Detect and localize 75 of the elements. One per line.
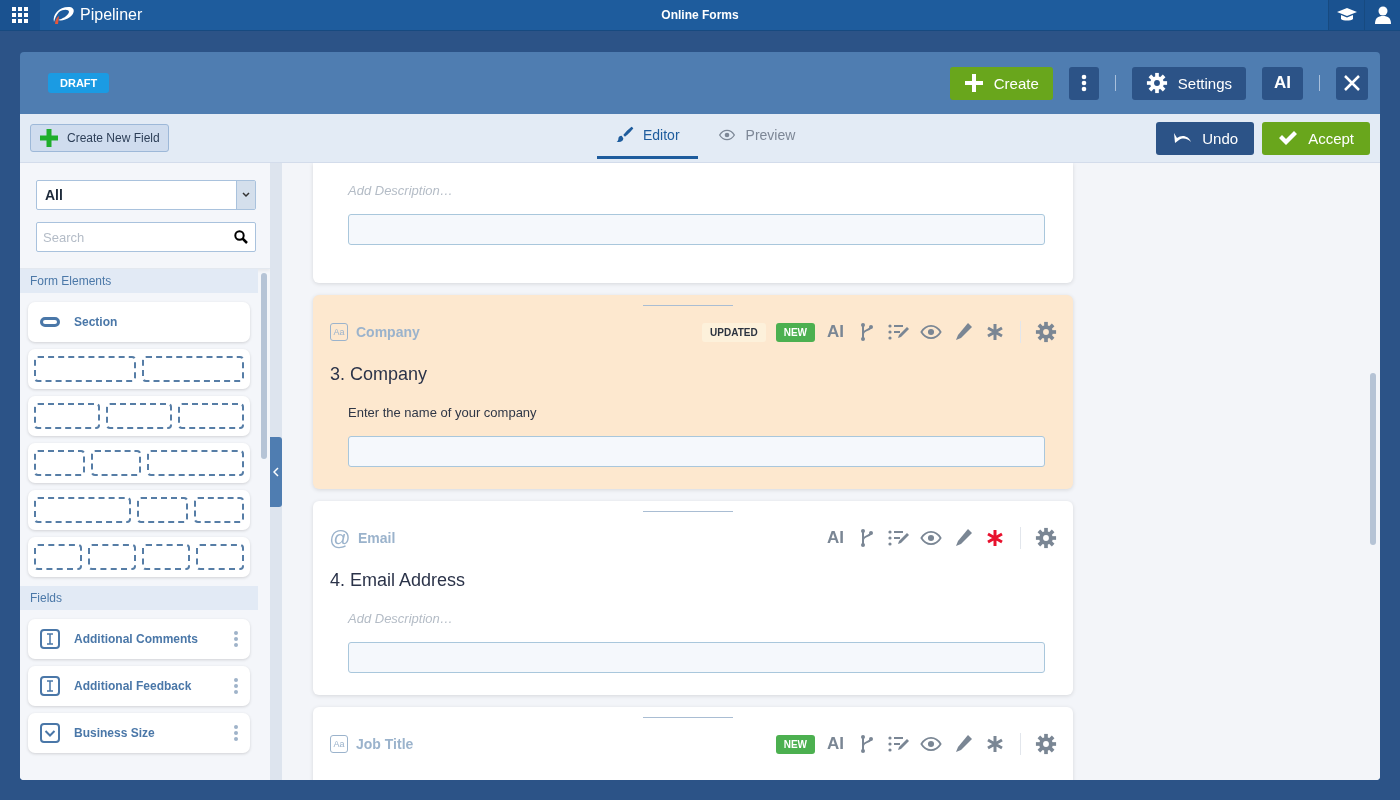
answer-field[interactable] (348, 436, 1045, 467)
settings-icon[interactable] (1035, 527, 1057, 549)
tab[interactable]: Editor (597, 114, 698, 159)
column-layout-item[interactable] (28, 490, 250, 530)
ai-button[interactable]: AI (1262, 66, 1303, 100)
column-layout-item[interactable] (28, 396, 250, 436)
dropdown-field-icon (40, 723, 60, 743)
search-icon[interactable] (234, 230, 248, 244)
more-icon[interactable] (234, 678, 238, 694)
field-type-icon: Aa (330, 735, 348, 753)
undo-button[interactable]: Undo (1156, 121, 1255, 155)
search-field[interactable]: Search (36, 222, 256, 252)
scrollbar-thumb[interactable] (261, 273, 267, 459)
create-field-button[interactable]: Create New Field (30, 124, 169, 152)
text-field-icon (40, 676, 60, 696)
ai-tool[interactable]: AI (825, 322, 846, 342)
status-badge: NEW (775, 734, 815, 754)
brush-icon (615, 125, 635, 145)
field-type-label: Company (356, 324, 420, 340)
group-header: Fields (20, 586, 258, 610)
status-badge: DRAFT (48, 73, 110, 93)
settings-icon[interactable] (1035, 733, 1057, 755)
accept-button[interactable]: Accept (1262, 121, 1370, 155)
settings-icon (1145, 72, 1168, 94)
question-title: 4. Email Address (330, 570, 467, 591)
field-item[interactable]: Additional Feedback (28, 666, 250, 706)
apps-menu-icon[interactable] (0, 0, 40, 30)
question-card[interactable]: @ Email AI 4. Email Address Add Description… (313, 501, 1073, 695)
brand-name: Pipeliner (80, 6, 143, 24)
more-button[interactable] (1068, 66, 1099, 100)
field-type-icon: Aa (330, 323, 348, 341)
undo-icon (1172, 131, 1193, 145)
tab[interactable]: Preview (697, 114, 814, 159)
text-field-icon (40, 629, 60, 649)
filter-dropdown[interactable]: All (36, 180, 256, 210)
collapse-handle[interactable] (270, 437, 282, 507)
question-card[interactable]: Aa Company UPDATED NEW AI 3. Company Enter the name of your company (313, 295, 1073, 489)
caret-icon (242, 192, 250, 198)
app-title: Online Forms (661, 8, 739, 22)
plus-icon (963, 73, 984, 93)
check-icon (1278, 130, 1299, 146)
description-placeholder: Add Description… (348, 611, 454, 626)
field-item[interactable]: Additional Comments (28, 619, 250, 659)
close-button[interactable] (1336, 66, 1368, 100)
more-icon[interactable] (234, 631, 238, 647)
ai-tool[interactable]: AI (825, 734, 846, 754)
group-header: Form Elements (20, 269, 258, 293)
answer-field[interactable] (348, 642, 1045, 673)
more-icon[interactable] (234, 725, 238, 741)
question-description: Enter the name of your company (348, 405, 538, 420)
field-type-label: Email (358, 530, 396, 546)
section-icon (40, 317, 60, 327)
field-item[interactable]: Business Size (28, 713, 250, 753)
column-layout-item[interactable] (28, 349, 250, 389)
status-badge: NEW (775, 322, 815, 342)
user-icon[interactable] (1364, 0, 1400, 30)
field-type-icon: @ (330, 529, 350, 547)
description-placeholder: Add Description… (348, 183, 454, 198)
answer-field[interactable] (348, 214, 1045, 245)
status-badge: UPDATED (702, 322, 766, 342)
close-icon (1344, 75, 1360, 91)
section-item[interactable]: Section (28, 302, 250, 342)
settings-icon[interactable] (1035, 321, 1057, 343)
question-card[interactable]: Aa Job Title NEW AI (313, 707, 1073, 780)
scrollbar-thumb[interactable] (1370, 373, 1376, 545)
create-button[interactable]: Create (949, 66, 1053, 100)
question-title: 3. Company (330, 364, 429, 385)
ai-tool[interactable]: AI (825, 528, 846, 548)
column-layout-item[interactable] (28, 443, 250, 483)
field-type-label: Job Title (356, 736, 414, 752)
kebab-icon (1080, 74, 1087, 92)
plus-icon (39, 128, 59, 148)
column-layout-item[interactable] (28, 537, 250, 577)
graduation-cap-icon[interactable] (1328, 0, 1364, 30)
settings-button[interactable]: Settings (1131, 66, 1246, 100)
